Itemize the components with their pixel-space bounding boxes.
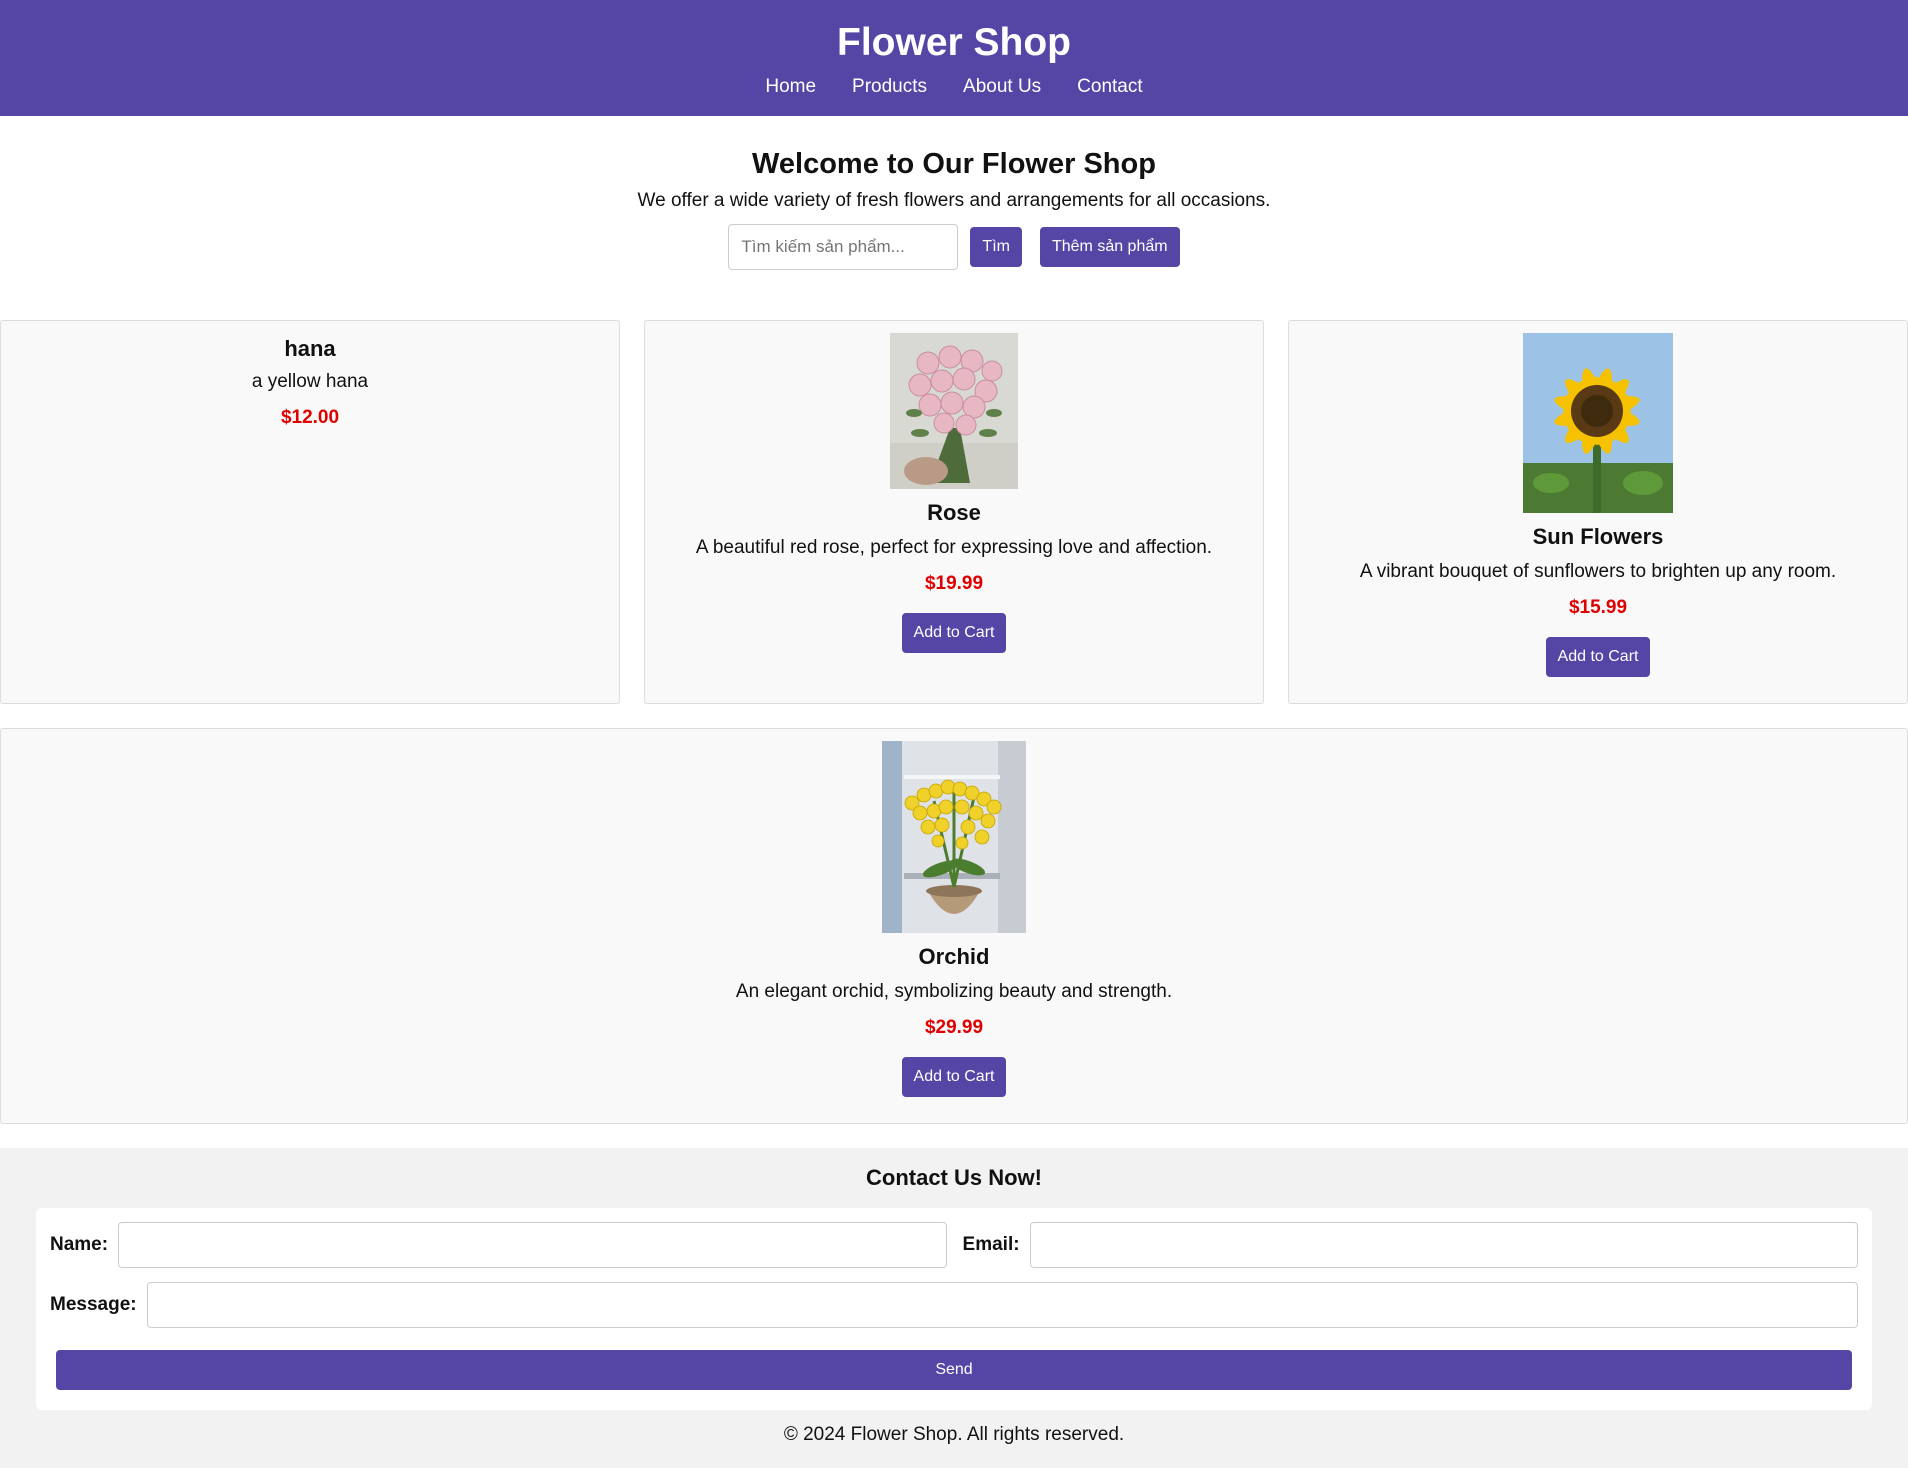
contact-row-name-email: Name: Email: bbox=[50, 1222, 1859, 1268]
nav-about-link[interactable]: About Us bbox=[963, 76, 1041, 98]
hero-section: Welcome to Our Flower Shop We offer a wi… bbox=[0, 116, 1908, 270]
sunflower-image bbox=[1523, 333, 1673, 513]
product-name: Rose bbox=[927, 500, 981, 525]
product-description: a yellow hana bbox=[251, 371, 369, 392]
welcome-subtitle: We offer a wide variety of fresh flowers… bbox=[637, 190, 1271, 211]
product-price: $15.99 bbox=[1568, 597, 1628, 618]
site-header: Flower Shop Home Products About Us Conta… bbox=[0, 0, 1908, 116]
add-to-cart-button[interactable]: Add to Cart bbox=[901, 613, 1007, 653]
email-field[interactable] bbox=[1029, 1222, 1859, 1268]
rose-bouquet-image bbox=[890, 333, 1018, 489]
nav-contact-link[interactable]: Contact bbox=[1077, 76, 1142, 98]
contact-row-message: Message: bbox=[50, 1282, 1858, 1328]
email-label: Email: bbox=[962, 1234, 1020, 1255]
nav-products-link[interactable]: Products bbox=[852, 76, 927, 98]
message-label: Message: bbox=[50, 1294, 137, 1315]
product-price: $29.99 bbox=[924, 1017, 984, 1038]
product-description: A beautiful red rose, perfect for expres… bbox=[695, 537, 1213, 558]
product-name: Sun Flowers bbox=[1532, 524, 1664, 549]
search-button[interactable]: Tìm bbox=[970, 227, 1022, 267]
contact-heading: Contact Us Now! bbox=[866, 1165, 1042, 1190]
add-to-cart-button[interactable]: Add to Cart bbox=[1545, 637, 1651, 677]
nav-home-link[interactable]: Home bbox=[765, 76, 816, 98]
product-description: A vibrant bouquet of sunflowers to brigh… bbox=[1359, 561, 1837, 582]
site-title: Flower Shop bbox=[837, 21, 1071, 64]
product-card-sunflowers: Sun Flowers A vibrant bouquet of sunflow… bbox=[1288, 320, 1908, 704]
send-button[interactable]: Send bbox=[56, 1350, 1852, 1390]
product-card-hana: hana a yellow hana $12.00 bbox=[0, 320, 620, 704]
welcome-heading: Welcome to Our Flower Shop bbox=[752, 148, 1156, 180]
message-field[interactable] bbox=[146, 1282, 1858, 1328]
product-price: $12.00 bbox=[280, 407, 340, 428]
product-description: An elegant orchid, symbolizing beauty an… bbox=[735, 981, 1173, 1002]
orchid-image bbox=[882, 741, 1026, 933]
main-nav: Home Products About Us Contact bbox=[0, 76, 1908, 98]
name-label: Name: bbox=[50, 1234, 109, 1255]
search-input[interactable] bbox=[728, 224, 959, 270]
product-grid: hana a yellow hana $12.00 Rose A beautif… bbox=[0, 320, 1908, 1124]
search-bar: Tìm Thêm sản phẩm bbox=[0, 224, 1908, 270]
product-price: $19.99 bbox=[924, 573, 984, 594]
product-card-rose: Rose A beautiful red rose, perfect for e… bbox=[644, 320, 1264, 704]
product-card-orchid: Orchid An elegant orchid, symbolizing be… bbox=[0, 728, 1908, 1124]
name-field[interactable] bbox=[118, 1222, 947, 1268]
add-product-button[interactable]: Thêm sản phẩm bbox=[1039, 227, 1180, 267]
footer-copyright: © 2024 Flower Shop. All rights reserved. bbox=[783, 1424, 1125, 1445]
contact-section: Contact Us Now! Name: Email: Message: Se… bbox=[0, 1148, 1908, 1468]
product-name: hana bbox=[284, 336, 336, 361]
add-to-cart-button[interactable]: Add to Cart bbox=[901, 1057, 1007, 1097]
contact-form: Name: Email: Message: Send bbox=[36, 1208, 1872, 1410]
product-name: Orchid bbox=[918, 944, 990, 969]
